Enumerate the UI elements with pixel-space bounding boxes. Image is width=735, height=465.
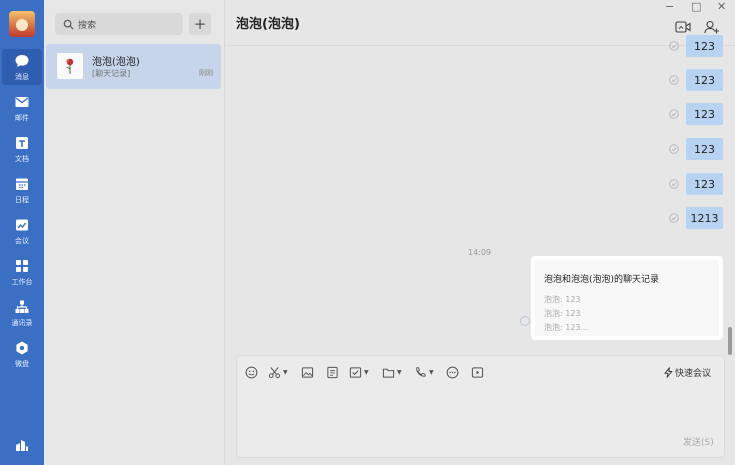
screen-share-button[interactable] bbox=[471, 365, 484, 379]
image-button[interactable] bbox=[301, 365, 314, 379]
note-icon bbox=[327, 366, 338, 378]
add-button[interactable]: + bbox=[189, 13, 211, 35]
more-dots-icon bbox=[446, 366, 459, 378]
nav-label: 通讯录 bbox=[11, 319, 33, 327]
nav-item-messages[interactable]: 消息 bbox=[2, 49, 42, 85]
quick-meeting-button[interactable]: 快速会议 bbox=[664, 366, 711, 379]
chevron-down-icon: ▼ bbox=[364, 368, 369, 376]
nav-item-mail[interactable]: 邮件 bbox=[2, 90, 42, 126]
nav-label: 微盘 bbox=[15, 360, 29, 368]
read-check-icon bbox=[669, 179, 679, 189]
chevron-down-icon: ▼ bbox=[429, 368, 434, 376]
quick-meeting-label: 快速会议 bbox=[675, 369, 712, 379]
chat-record-line: 泡泡: 123... bbox=[544, 323, 589, 332]
message-bubble[interactable]: 1213 bbox=[686, 207, 723, 229]
message-bubble[interactable]: 123 bbox=[686, 173, 723, 195]
chat-pane: 泡泡(泡泡) − □ ✕ 123 123 123 123 123 1213 14:09 泡… bbox=[225, 0, 735, 465]
read-check-icon bbox=[669, 41, 679, 51]
nav-label: 文档 bbox=[15, 155, 29, 163]
chevron-down-icon: ▼ bbox=[283, 368, 288, 376]
contacts-tree-icon bbox=[15, 300, 29, 313]
minimize-button[interactable]: − bbox=[665, 0, 674, 13]
message-bubble[interactable]: 123 bbox=[686, 69, 723, 91]
conversation-name: 泡泡(泡泡) bbox=[92, 57, 140, 68]
more-button[interactable] bbox=[446, 365, 459, 379]
flower-avatar-icon bbox=[66, 58, 74, 74]
call-button[interactable]: ▼ bbox=[414, 365, 434, 379]
chat-record-line: 泡泡: 123 bbox=[544, 295, 581, 304]
chat-title: 泡泡(泡泡) bbox=[236, 17, 300, 32]
add-member-icon[interactable] bbox=[704, 20, 720, 34]
folder-icon bbox=[382, 368, 395, 378]
scissors-icon bbox=[268, 366, 281, 378]
note-button[interactable] bbox=[326, 365, 339, 379]
cloud-disk-icon bbox=[16, 341, 28, 355]
screenshot-button[interactable]: ▼ bbox=[268, 365, 288, 379]
nav-label: 工作台 bbox=[11, 278, 33, 286]
nav-label: 邮件 bbox=[15, 114, 29, 122]
message-scrollbar[interactable] bbox=[728, 327, 732, 355]
conversation-preview: [聊天记录] bbox=[92, 69, 131, 78]
emoji-button[interactable] bbox=[245, 365, 258, 379]
screen-share-icon bbox=[471, 366, 484, 378]
search-placeholder: 搜索 bbox=[78, 20, 97, 31]
message-bubble[interactable]: 123 bbox=[686, 103, 723, 125]
org-chart-icon[interactable] bbox=[14, 437, 30, 453]
nav-item-workbench[interactable]: 工作台 bbox=[2, 254, 42, 290]
message-bubble[interactable]: 123 bbox=[686, 138, 723, 160]
read-check-icon bbox=[669, 75, 679, 85]
video-call-icon[interactable] bbox=[675, 20, 691, 34]
nav-item-calendar[interactable]: 日程 bbox=[2, 172, 42, 208]
maximize-button[interactable]: □ bbox=[691, 0, 701, 13]
nav-rail: 消息 邮件 文档 日程 会议 工作台 通讯录 微盘 bbox=[0, 0, 44, 465]
nav-label: 消息 bbox=[15, 73, 29, 81]
nav-label: 会议 bbox=[15, 237, 29, 245]
send-button[interactable]: 发送(S) bbox=[683, 435, 714, 448]
message-row: 1213 bbox=[669, 207, 723, 229]
read-check-icon bbox=[669, 144, 679, 154]
nav-item-docs[interactable]: 文档 bbox=[2, 131, 42, 167]
header-divider bbox=[225, 45, 735, 46]
workbench-grid-icon bbox=[16, 260, 28, 272]
chat-record-title: 泡泡和泡泡(泡泡)的聊天记录 bbox=[544, 275, 660, 285]
chat-bubble-icon bbox=[15, 55, 29, 67]
conversation-item[interactable]: 泡泡(泡泡) [聊天记录] 刚刚 bbox=[46, 44, 221, 89]
chevron-down-icon: ▼ bbox=[397, 368, 402, 376]
chat-record-line: 泡泡: 123 bbox=[544, 309, 581, 318]
conversation-list-panel: 搜索 + 泡泡(泡泡) [聊天记录] 刚刚 bbox=[44, 0, 225, 465]
message-bubble[interactable]: 123 bbox=[686, 35, 723, 57]
conversation-avatar bbox=[57, 53, 83, 79]
nav-item-contacts[interactable]: 通讯录 bbox=[2, 295, 42, 331]
checkbox-icon bbox=[349, 366, 362, 378]
message-row: 123 bbox=[669, 69, 723, 91]
document-icon bbox=[16, 137, 28, 149]
read-check-icon bbox=[669, 213, 679, 223]
nav-label: 日程 bbox=[15, 196, 29, 204]
message-row: 123 bbox=[669, 138, 723, 160]
meeting-icon bbox=[16, 219, 28, 231]
calendar-icon bbox=[16, 178, 28, 190]
conversation-time: 刚刚 bbox=[199, 69, 213, 77]
lightning-icon bbox=[664, 367, 673, 378]
file-button[interactable]: ▼ bbox=[382, 365, 402, 379]
message-composer[interactable]: ▼ ▼ ▼ ▼ 快速会议 发送(S) bbox=[236, 355, 725, 458]
message-row: 123 bbox=[669, 35, 723, 57]
nav-item-cloud-disk[interactable]: 微盘 bbox=[2, 336, 42, 372]
todo-button[interactable]: ▼ bbox=[349, 365, 369, 379]
message-row: 123 bbox=[669, 103, 723, 125]
mail-icon bbox=[15, 97, 29, 107]
message-row: 123 bbox=[669, 173, 723, 195]
time-separator: 14:09 bbox=[468, 248, 492, 257]
close-button[interactable]: ✕ bbox=[717, 0, 726, 13]
search-input[interactable]: 搜索 bbox=[55, 13, 183, 35]
nav-item-meeting[interactable]: 会议 bbox=[2, 213, 42, 249]
image-icon bbox=[301, 366, 314, 378]
read-check-icon bbox=[669, 109, 679, 119]
chat-record-card[interactable]: 泡泡和泡泡(泡泡)的聊天记录 泡泡: 123 泡泡: 123 泡泡: 123..… bbox=[531, 256, 723, 340]
search-icon bbox=[63, 19, 74, 30]
user-avatar[interactable] bbox=[9, 11, 35, 37]
emoji-icon bbox=[245, 366, 258, 378]
phone-icon bbox=[416, 366, 426, 377]
sending-status-icon bbox=[520, 316, 530, 326]
